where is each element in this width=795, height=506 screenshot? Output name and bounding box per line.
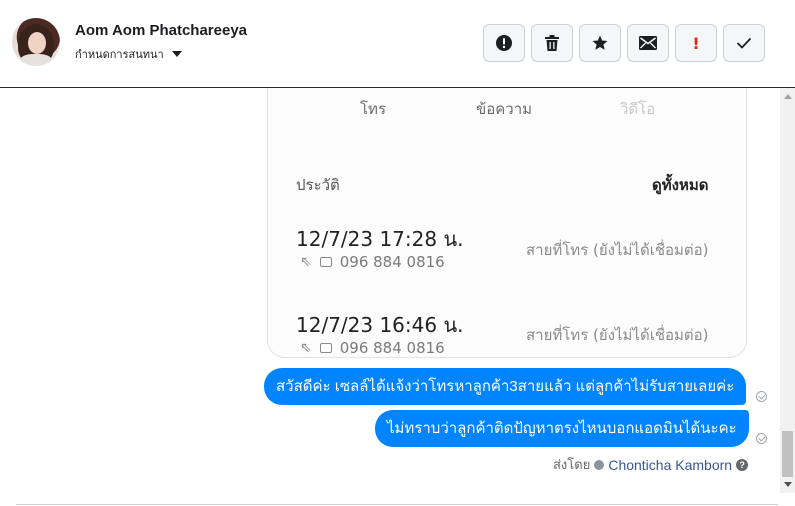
agent-name[interactable]: Chonticha Kamborn — [608, 457, 732, 473]
scrollbar-thumb[interactable] — [782, 431, 793, 477]
contact-name[interactable]: Aom Aom Phatchareeya — [75, 22, 247, 39]
call-number: 096 884 0816 — [339, 253, 445, 271]
conversation-actions: ! — [483, 24, 765, 62]
call-label: โทร — [360, 100, 387, 118]
call-number-row: ⇖ 096 884 0816 — [300, 253, 445, 271]
call-status: สายที่โทร (ยังไม่ได้เชื่อมต่อ) — [526, 326, 709, 344]
outgoing-arrow-icon: ⇖ — [300, 340, 312, 356]
message-bubble[interactable]: สวัสดีค่ะ เซลล์ได้แจ้งว่าโทรหาลูกค้า3สาย… — [264, 368, 747, 405]
spam-button[interactable] — [483, 24, 525, 62]
sent-by-prefix: ส่งโดย — [553, 457, 591, 472]
sim-icon — [319, 257, 332, 267]
video-label: วิดีโอ — [620, 100, 656, 118]
mark-unread-button[interactable] — [627, 24, 669, 62]
seen-check-icon — [756, 433, 767, 444]
see-all-label: ดูทั้งหมด — [652, 176, 709, 194]
star-button[interactable] — [579, 24, 621, 62]
envelope-icon — [639, 36, 657, 50]
call-number-row: ⇖ 096 884 0816 — [300, 339, 445, 357]
message-thread[interactable]: โทร ข้อความ วิดีโอ ประวัติ ดูทั้งหมด 12/… — [0, 88, 795, 506]
check-icon — [736, 37, 752, 49]
scroll-up-icon[interactable] — [784, 94, 792, 99]
outgoing-arrow-icon: ⇖ — [300, 254, 312, 270]
caret-down-icon — [171, 51, 182, 57]
alert-circle-icon — [496, 35, 512, 51]
call-time: 12/7/23 17:28 น. — [296, 227, 464, 251]
trash-icon — [545, 35, 559, 51]
conversation-header: Aom Aom Phatchareeya กำหนดการสนทนา ! — [0, 0, 795, 88]
call-status: สายที่โทร (ยังไม่ได้เชื่อมต่อ) — [526, 241, 709, 259]
exclamation-icon: ! — [692, 33, 700, 53]
call-time: 12/7/23 16:46 น. — [296, 313, 464, 337]
message-label: ข้อความ — [476, 100, 533, 118]
help-icon[interactable]: ? — [736, 458, 749, 471]
sim-icon — [319, 343, 332, 353]
scroll-down-icon[interactable] — [784, 482, 792, 487]
assign-label: กำหนดการสนทนา — [75, 49, 164, 61]
verified-icon — [594, 459, 605, 470]
sent-by-row: ส่งโดย Chonticha Kamborn ? — [553, 454, 749, 475]
message-bubble[interactable]: ไม่ทราบว่าลูกค้าติดปัญหาตรงไหนบอกแอดมินไ… — [375, 410, 749, 447]
seen-check-icon — [756, 391, 767, 402]
call-number: 096 884 0816 — [339, 339, 445, 357]
delete-button[interactable] — [531, 24, 573, 62]
assign-conversation-dropdown[interactable]: กำหนดการสนทนา — [75, 45, 182, 63]
history-label: ประวัติ — [296, 176, 340, 194]
star-icon — [592, 35, 608, 50]
shared-screenshot-image[interactable]: โทร ข้อความ วิดีโอ ประวัติ ดูทั้งหมด 12/… — [267, 88, 747, 358]
done-button[interactable] — [723, 24, 765, 62]
flag-button[interactable]: ! — [675, 24, 717, 62]
divider — [16, 504, 778, 505]
avatar[interactable] — [12, 18, 60, 66]
